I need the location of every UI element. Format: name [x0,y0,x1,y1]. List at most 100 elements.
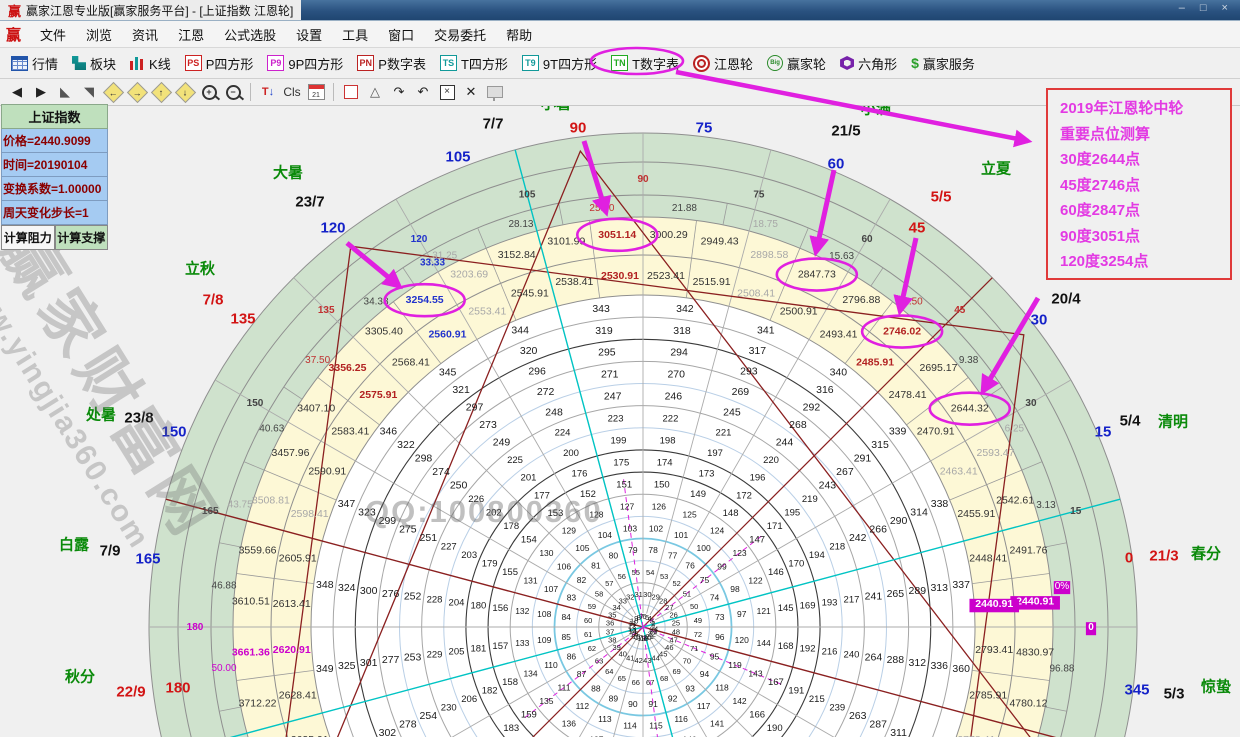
svg-text:63: 63 [595,657,603,666]
svg-text:317: 317 [749,345,767,357]
svg-text:0: 0 [1088,622,1094,633]
toolbar-winner-service-button[interactable]: $赢家服务 [904,51,982,75]
menu-资讯[interactable]: 资讯 [123,22,167,47]
toolbar-sectors-button[interactable]: 板块 [65,51,123,75]
svg-text:61: 61 [584,630,592,639]
svg-text:324: 324 [338,582,356,594]
svg-text:2478.41: 2478.41 [889,389,927,401]
toolbar-gann-wheel-button[interactable]: 江恩轮 [686,51,760,75]
toolbar-quotes-button[interactable]: 行情 [4,51,65,75]
menu-文件[interactable]: 文件 [31,22,75,47]
menu-公式选股[interactable]: 公式选股 [215,22,285,47]
svg-text:152: 152 [580,489,596,500]
svg-text:98: 98 [730,584,740,594]
toolbar-9p-square-button[interactable]: P99P四方形 [260,51,350,75]
toolbar-t-table-button[interactable]: TNT数字表 [604,51,686,75]
forward-button[interactable]: ▶ [30,82,52,102]
menu-江恩[interactable]: 江恩 [169,22,213,47]
calendar-button[interactable]: 21 [305,82,327,102]
svg-text:2695.17: 2695.17 [919,362,957,374]
svg-text:75: 75 [753,189,765,200]
svg-text:3661.36: 3661.36 [232,647,270,659]
box-x-button[interactable]: × [436,82,458,102]
window-controls[interactable]: – □ × [1179,2,1234,14]
rect-tool-button[interactable] [340,82,362,102]
menu-窗口[interactable]: 窗口 [379,22,423,47]
svg-text:181: 181 [470,644,486,655]
zoom-in-button[interactable]: + [198,82,220,102]
svg-text:90: 90 [637,174,649,185]
svg-text:118: 118 [715,683,729,693]
pan-up-icon: ↑ [150,81,171,102]
pan-up-button[interactable]: ↑ [150,82,172,102]
svg-text:316: 316 [816,384,834,396]
zoom-out-button[interactable]: − [222,82,244,102]
svg-text:322: 322 [397,439,415,451]
pointer-down-button[interactable]: ◥ [78,82,100,102]
svg-text:145: 145 [778,603,794,614]
toolbar-kline-button[interactable]: K线 [123,51,178,75]
svg-text:141: 141 [710,719,724,729]
cross-move-button[interactable]: ✕ [460,82,482,102]
svg-text:15: 15 [1070,506,1082,517]
svg-text:249: 249 [493,437,511,449]
svg-text:290: 290 [890,515,908,527]
menu-设置[interactable]: 设置 [287,22,331,47]
svg-text:244: 244 [776,437,794,449]
toolbar-9t-square-button[interactable]: T99T四方形 [515,51,604,75]
menu-工具[interactable]: 工具 [333,22,377,47]
toolbar-hexagon-button[interactable]: 六角形 [833,51,904,75]
svg-text:154: 154 [521,534,537,545]
title-bar-glass: – □ × [301,0,1240,20]
svg-text:29: 29 [652,592,660,601]
svg-text:277: 277 [382,654,400,666]
triangle-tool-button[interactable]: △ [364,82,386,102]
annotation-line-5: 90度3051点 [1060,224,1230,250]
svg-text:2448.41: 2448.41 [969,552,1007,564]
svg-text:64: 64 [605,667,613,676]
rotate-ccw-button[interactable]: ↶ [412,82,434,102]
calc-support-button[interactable]: 计算支撑 [55,225,109,250]
back-button[interactable]: ◀ [6,82,28,102]
svg-text:246: 246 [665,391,683,403]
pointer-up-button[interactable]: ◣ [54,82,76,102]
svg-text:200: 200 [563,448,579,459]
t-shift-button[interactable]: T↓ [257,82,279,102]
toolbar-p-table-button[interactable]: PNP数字表 [350,51,433,75]
svg-text:223: 223 [608,414,624,425]
pan-right-button[interactable]: → [126,82,148,102]
pan-down-button[interactable]: ↓ [174,82,196,102]
toolbar-winner-wheel-button[interactable]: Big赢家轮 [760,51,833,75]
cls-label: Cls [283,85,300,99]
title-bar: 赢 赢家江恩专业版[赢家服务平台] - [上证指数 江恩轮] – □ × [0,0,1240,21]
svg-text:150: 150 [654,479,670,490]
svg-text:67: 67 [646,678,654,687]
projector-button[interactable] [484,82,506,102]
cls-button[interactable]: Cls [281,82,303,102]
winner-wheel-icon: Big [767,55,783,71]
svg-text:129: 129 [562,525,576,535]
svg-text:274: 274 [432,466,450,478]
menu-帮助[interactable]: 帮助 [497,22,541,47]
svg-text:323: 323 [358,507,376,519]
toolbar-p-square-button[interactable]: PSP四方形 [178,51,261,75]
pan-left-button[interactable]: ← [102,82,124,102]
svg-text:3254.55: 3254.55 [406,294,444,306]
menu-交易委托[interactable]: 交易委托 [425,22,495,47]
svg-text:276: 276 [382,588,400,600]
calc-resistance-button[interactable]: 计算阻力 [1,225,55,250]
menu-浏览[interactable]: 浏览 [77,22,121,47]
p-table-icon: PN [357,55,374,71]
svg-text:116: 116 [674,714,688,724]
svg-text:243: 243 [819,480,837,492]
svg-text:174: 174 [657,457,673,468]
svg-text:50.00: 50.00 [211,663,236,674]
svg-text:24: 24 [650,624,658,633]
toolbar-t-square-button[interactable]: TST四方形 [433,51,515,75]
gann-wheel-app: 0153045607590105120135150165180195210225… [0,0,1240,737]
svg-text:294: 294 [670,347,688,359]
rotate-cw-button[interactable]: ↷ [388,82,410,102]
svg-text:100: 100 [697,543,711,553]
svg-text:225: 225 [507,455,523,466]
svg-text:132: 132 [515,606,529,616]
